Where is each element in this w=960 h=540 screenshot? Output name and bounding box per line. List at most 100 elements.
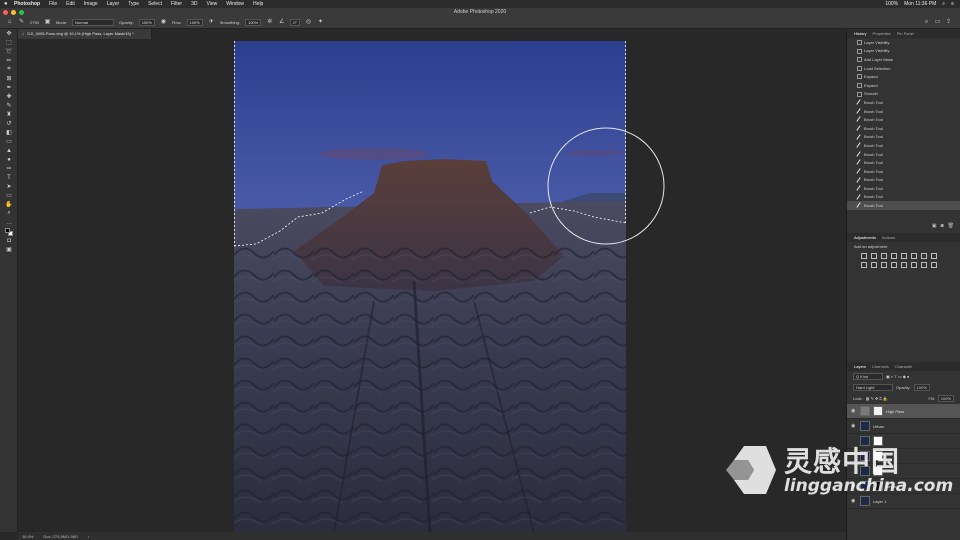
layer-name[interactable]: Urban [873, 424, 884, 429]
kind-filter-select[interactable]: Q Kind [853, 373, 883, 380]
channel-mixer-icon[interactable] [871, 262, 877, 268]
menu-edit[interactable]: Edit [66, 1, 75, 7]
smoothing-field[interactable]: 100% [244, 19, 262, 26]
invert-icon[interactable] [891, 262, 897, 268]
layer-thumbnail[interactable] [860, 421, 870, 431]
gradient-tool-icon[interactable]: ▭ [0, 137, 18, 146]
hue-sat-icon[interactable] [911, 253, 917, 259]
history-item[interactable]: Load Selection [847, 64, 960, 73]
history-brush-icon[interactable]: ↺ [0, 119, 18, 128]
flow-field[interactable]: 100% [186, 19, 203, 26]
new-document-icon[interactable]: ▣ [932, 223, 937, 233]
gear-icon[interactable]: ✲ [266, 19, 273, 26]
history-item[interactable]: Brush Tool [847, 98, 960, 107]
eyedropper-tool-icon[interactable]: ✒ [0, 83, 18, 92]
status-chevron-icon[interactable]: › [88, 534, 89, 539]
layer-opacity-field[interactable]: 100% [913, 384, 930, 391]
menu-help[interactable]: Help [253, 1, 263, 7]
layer-name[interactable]: High Pass [886, 409, 904, 414]
clock[interactable]: Mon 11:36 PM [904, 1, 936, 7]
brush-tool-icon[interactable]: ✎ [18, 19, 25, 26]
frame-tool-icon[interactable]: ⊠ [0, 74, 18, 83]
filter-icons[interactable]: ▣ ◐ T ▭ ◆ ● [886, 374, 909, 379]
brush-tool-icon[interactable]: ✎ [0, 101, 18, 110]
curves-icon[interactable] [881, 253, 887, 259]
history-item[interactable]: Brush Tool [847, 158, 960, 167]
photo-desert-butte[interactable] [234, 41, 626, 533]
quick-mask-icon[interactable]: ◘ [0, 236, 18, 245]
gradient-map-icon[interactable] [921, 262, 927, 268]
tab-properties[interactable]: Properties [872, 31, 890, 36]
tab-pin-panel[interactable]: Pin Panel [897, 31, 914, 36]
history-item[interactable]: Expand [847, 81, 960, 90]
airbrush-icon[interactable]: ✈ [208, 19, 215, 26]
menu-select[interactable]: Select [148, 1, 162, 7]
hand-tool-icon[interactable]: ✋ [0, 200, 18, 209]
exposure-icon[interactable] [891, 253, 897, 259]
color-lookup-icon[interactable] [881, 262, 887, 268]
blend-mode-select[interactable]: Hard Light [853, 384, 893, 391]
angle-field[interactable]: 0° [290, 19, 301, 26]
history-item[interactable]: Expand [847, 72, 960, 81]
photo-filter-icon[interactable] [861, 262, 867, 268]
pressure-opacity-icon[interactable]: ◉ [160, 19, 167, 26]
menu-list-icon[interactable]: ≡ [951, 1, 954, 7]
zoom-level[interactable]: 16.4% [22, 534, 33, 539]
tab-character[interactable]: Character [895, 364, 913, 369]
workspace-icon[interactable]: ▭ [934, 19, 941, 26]
vibrance-icon[interactable] [901, 253, 907, 259]
menu-3d[interactable]: 3D [191, 1, 197, 7]
menu-filter[interactable]: Filter [171, 1, 182, 7]
layer-row[interactable]: ◉ Urban [847, 419, 960, 434]
tab-adjustments[interactable]: Adjustments [854, 235, 876, 240]
screen-mode-icon[interactable]: ▣ [0, 245, 18, 254]
history-item[interactable]: Brush Tool [847, 193, 960, 202]
crop-tool-icon[interactable]: ⌗ [0, 65, 18, 74]
history-item[interactable]: Brush Tool [847, 141, 960, 150]
more-tools-icon[interactable]: … [0, 218, 18, 227]
layer-thumbnail[interactable] [860, 406, 870, 416]
shape-tool-icon[interactable]: ▭ [0, 191, 18, 200]
history-item[interactable]: Brush Tool [847, 133, 960, 142]
color-balance-icon[interactable] [921, 253, 927, 259]
history-item[interactable]: Layer Visibility [847, 47, 960, 56]
posterize-icon[interactable] [901, 262, 907, 268]
path-select-tool-icon[interactable]: ➤ [0, 182, 18, 191]
levels-icon[interactable] [871, 253, 877, 259]
selective-color-icon[interactable] [931, 262, 937, 268]
history-item[interactable]: Brush Tool [847, 184, 960, 193]
history-item[interactable]: Smooth [847, 90, 960, 99]
mode-select[interactable]: Normal [72, 19, 115, 26]
brightness-icon[interactable] [861, 253, 867, 259]
lock-icons[interactable]: ▦ ✎ ✥ ⌗ 🔒 [866, 396, 888, 401]
threshold-icon[interactable] [911, 262, 917, 268]
pressure-size-icon[interactable]: ◎ [305, 19, 312, 26]
fill-field[interactable]: 100% [937, 395, 954, 402]
history-item[interactable]: Layer Visibility [847, 38, 960, 47]
pen-tool-icon[interactable]: ✑ [0, 164, 18, 173]
trash-icon[interactable]: 🗑 [948, 223, 954, 233]
brush-size[interactable]: 2790 [30, 20, 39, 25]
search-icon[interactable]: ⌕ [942, 1, 945, 7]
history-item[interactable]: Brush Tool [847, 167, 960, 176]
layer-mask-thumbnail[interactable] [873, 406, 883, 416]
history-item[interactable]: Add Layer Mask [847, 55, 960, 64]
tab-actions[interactable]: Actions [882, 235, 895, 240]
opacity-field[interactable]: 100% [138, 19, 155, 26]
tab-layers[interactable]: Layers [854, 364, 866, 369]
history-item[interactable]: Brush Tool [847, 150, 960, 159]
menu-view[interactable]: View [207, 1, 218, 7]
layer-row[interactable]: ◉ High Pass [847, 404, 960, 419]
eraser-tool-icon[interactable]: ◧ [0, 128, 18, 137]
history-item-selected[interactable]: Brush Tool [847, 201, 960, 210]
menu-layer[interactable]: Layer [107, 1, 120, 7]
history-item[interactable]: Brush Tool [847, 107, 960, 116]
quick-select-tool-icon[interactable]: ✏ [0, 56, 18, 65]
document-tab[interactable]: × DJI_0095-Pano.dng @ 19.1% (High Pass, L… [18, 29, 152, 39]
menu-type[interactable]: Type [128, 1, 139, 7]
apple-icon[interactable]: ● [4, 1, 14, 7]
zoom-tool-icon[interactable]: ⌕ [0, 209, 18, 218]
menu-image[interactable]: Image [84, 1, 98, 7]
share-icon[interactable]: ⇪ [945, 19, 952, 26]
history-item[interactable]: Brush Tool [847, 124, 960, 133]
